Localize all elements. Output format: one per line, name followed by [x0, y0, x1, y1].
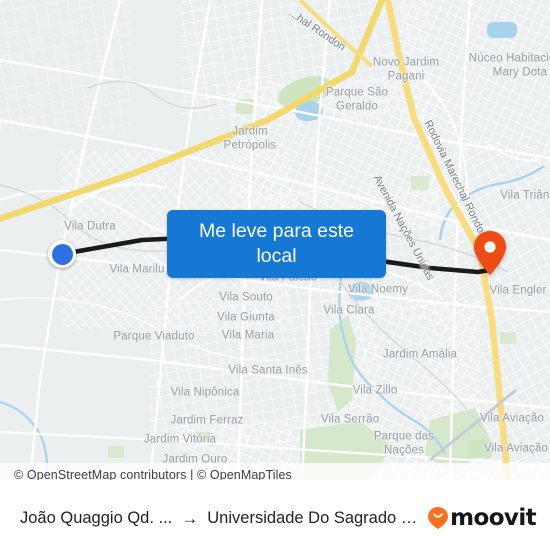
take-me-here-button[interactable]: Me leve para este local	[167, 210, 386, 278]
moovit-map-screen: Jardim Petrópolis Novo Jardim Pagani Parqu…	[0, 0, 550, 550]
moovit-pin-icon	[428, 507, 449, 529]
footer-bar: João Quaggio Qd. ... → Universidade Do S…	[0, 486, 550, 550]
arrow-right-icon: →	[181, 508, 199, 528]
map-pin-icon	[474, 231, 506, 275]
route-summary[interactable]: João Quaggio Qd. ... → Universidade Do S…	[0, 509, 427, 528]
origin-marker[interactable]	[48, 240, 76, 268]
attribution-text: © OpenStreetMap contributors | © OpenMap…	[14, 467, 292, 481]
moovit-logo[interactable]: moovit	[427, 505, 550, 531]
moovit-wordmark: moovit	[450, 505, 536, 531]
route-destination-label: Universidade Do Sagrado Co...	[207, 508, 428, 527]
map-canvas[interactable]: Jardim Petrópolis Novo Jardim Pagani Parqu…	[0, 0, 550, 480]
route-origin-label: João Quaggio Qd. ...	[20, 508, 173, 527]
destination-pin-marker[interactable]	[472, 230, 508, 276]
map-attribution: © OpenStreetMap contributors | © OpenMap…	[0, 463, 550, 480]
origin-dot-inner	[51, 243, 73, 265]
